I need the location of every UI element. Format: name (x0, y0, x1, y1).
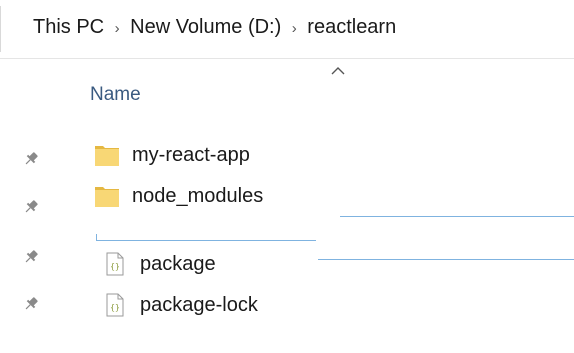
drag-indicator-line (318, 259, 574, 260)
breadcrumb-this-pc[interactable]: This PC (33, 16, 104, 39)
folder-icon (95, 187, 119, 207)
breadcrumb: This PC › New Volume (D:) › reactlearn (33, 16, 396, 39)
pin-icon[interactable] (22, 198, 40, 216)
svg-text:{}: {} (110, 303, 120, 312)
drag-indicator-line (96, 240, 316, 241)
list-item[interactable]: node_modules (94, 179, 263, 213)
json-file-icon: {} (106, 252, 124, 276)
drag-indicator-line (340, 216, 574, 217)
svg-text:{}: {} (110, 262, 120, 271)
chevron-right-icon[interactable]: › (281, 19, 307, 37)
file-name: package (140, 252, 216, 275)
pin-icon[interactable] (22, 295, 40, 313)
address-bar-border (0, 6, 1, 52)
file-explorer-window: This PC › New Volume (D:) › reactlearn N… (0, 0, 574, 353)
json-file-icon: {} (106, 293, 124, 317)
list-item[interactable]: {} package (94, 247, 216, 281)
chevron-right-icon[interactable]: › (104, 19, 130, 37)
pin-icon[interactable] (22, 150, 40, 168)
name-column-header[interactable]: Name (90, 84, 141, 106)
file-name: package-lock (140, 293, 258, 316)
breadcrumb-new-volume[interactable]: New Volume (D:) (130, 16, 281, 39)
sort-ascending-icon (331, 67, 345, 75)
address-bar[interactable]: This PC › New Volume (D:) › reactlearn (0, 0, 574, 59)
pin-icon[interactable] (22, 248, 40, 266)
breadcrumb-reactlearn[interactable]: reactlearn (307, 16, 396, 39)
file-name: my-react-app (132, 143, 250, 166)
list-item[interactable]: {} package-lock (94, 288, 258, 322)
list-item[interactable]: my-react-app (94, 138, 250, 172)
folder-icon (95, 146, 119, 166)
drag-indicator-tick (96, 234, 97, 241)
file-name: node_modules (132, 184, 264, 207)
